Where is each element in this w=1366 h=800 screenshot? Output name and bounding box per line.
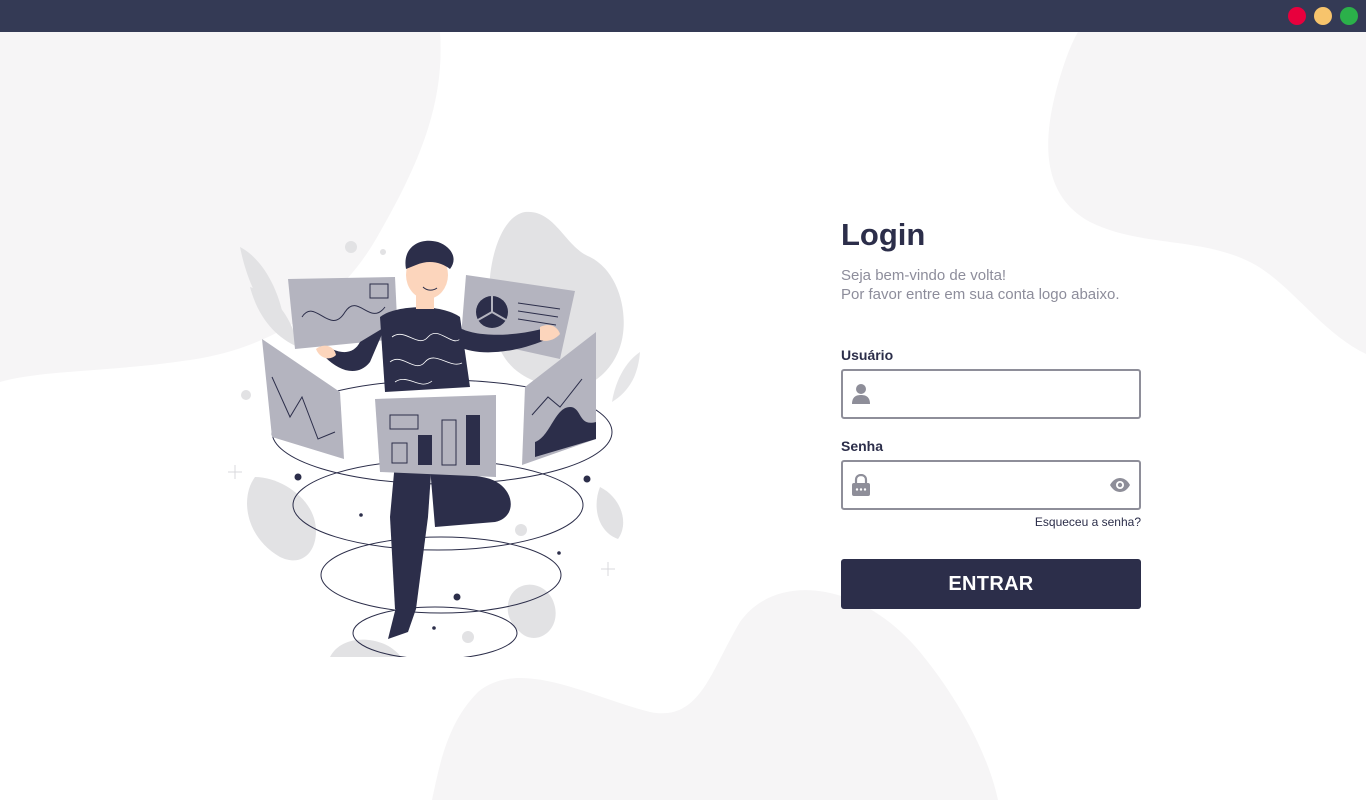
window-minimize-button[interactable]: [1314, 7, 1332, 25]
username-label: Usuário: [841, 347, 894, 363]
login-panel: Login Seja bem-vindo de volta! Por favor…: [841, 215, 1141, 609]
background-blobs: [0, 32, 1366, 800]
welcome-line-1: Seja bem-vindo de volta!: [841, 267, 1007, 284]
password-label: Senha: [841, 438, 884, 454]
window-maximize-button[interactable]: [1340, 7, 1358, 25]
dashboard-illustration: [228, 211, 640, 657]
username-input[interactable]: [881, 371, 1095, 419]
password-field[interactable]: [841, 460, 1141, 510]
eye-icon[interactable]: [1109, 476, 1131, 494]
user-icon: [852, 384, 870, 404]
window-titlebar: [0, 0, 1366, 32]
password-input[interactable]: [881, 462, 1095, 510]
login-title: Login: [841, 217, 926, 252]
welcome-text: Seja bem-vindo de volta! Por favor entre…: [841, 266, 1141, 304]
window-close-button[interactable]: [1288, 7, 1306, 25]
username-field[interactable]: [841, 369, 1141, 419]
lock-icon: [852, 474, 870, 496]
login-page: Login Seja bem-vindo de volta! Por favor…: [0, 32, 1366, 800]
forgot-password-link[interactable]: Esqueceu a senha?: [841, 515, 1141, 529]
welcome-line-2: Por favor entre em sua conta logo abaixo…: [841, 286, 1120, 303]
login-submit-button[interactable]: ENTRAR: [841, 559, 1141, 609]
